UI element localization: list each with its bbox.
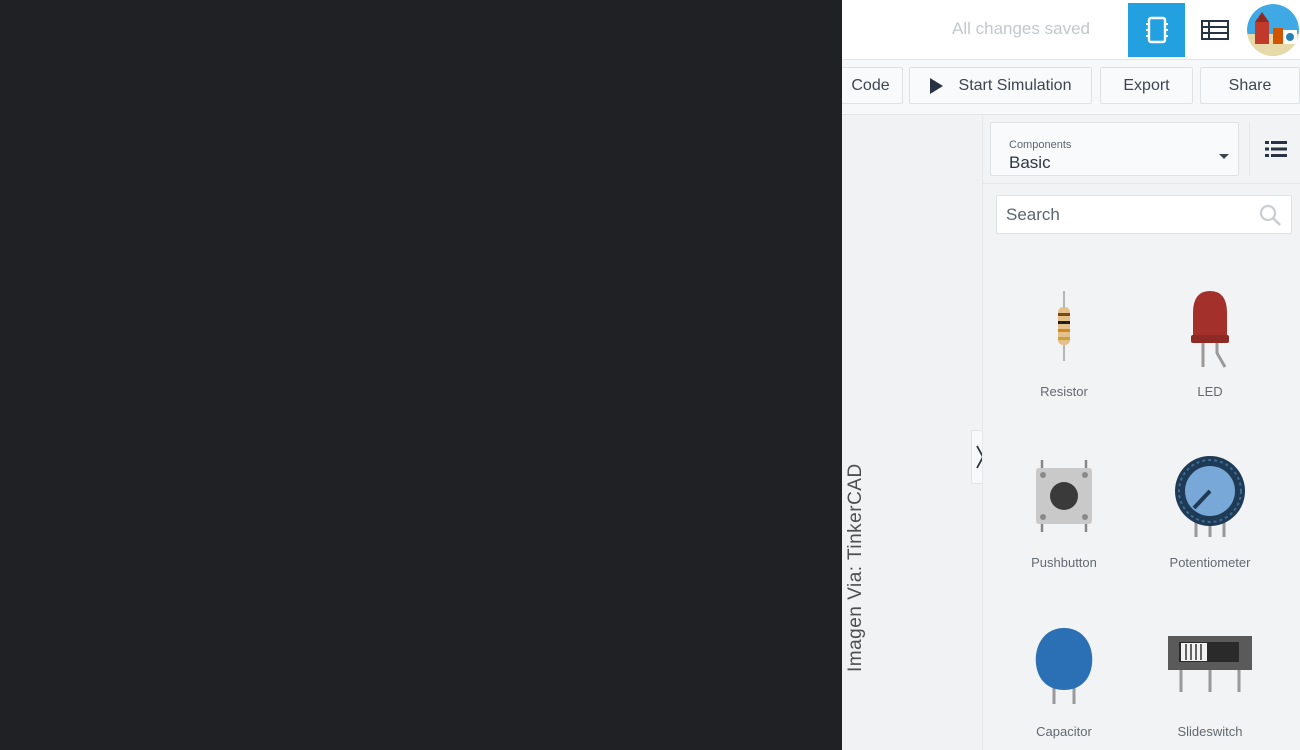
play-icon [929,77,943,94]
export-button-label: Export [1123,76,1170,94]
toolbar: Code Start Simulation Export Share [842,60,1300,115]
user-avatar[interactable] [1247,4,1299,56]
schematic-view-button[interactable] [1192,3,1238,57]
component-resistor[interactable]: Resistor [1004,271,1124,411]
component-capacitor[interactable]: Capacitor [1004,609,1124,749]
potentiometer-icon [1175,456,1245,537]
component-label: LED [1197,384,1223,399]
circuit-view-button[interactable] [1128,3,1185,57]
component-label: Capacitor [1036,724,1092,739]
component-potentiometer[interactable]: Potentiometer [1150,441,1270,581]
component-slideswitch[interactable]: Slideswitch [1150,609,1270,749]
capacitor-icon [1035,628,1093,704]
led-icon [1191,291,1229,368]
top-bar: All changes saved [842,0,1300,60]
component-label: Slideswitch [1177,724,1243,739]
component-grid: Resistor LED Pushbutton Potentiometer Ca… [983,116,1300,750]
component-led[interactable]: LED [1150,271,1270,411]
resistor-icon [1058,291,1070,361]
component-label: Pushbutton [1031,555,1097,570]
component-label: Potentiometer [1169,555,1251,570]
tinkercad-panel: All changes saved Code Start Simulation … [842,0,1300,750]
breadboard-chip-icon [1145,16,1168,44]
list-table-icon [1201,20,1229,40]
empty-canvas-area [0,0,842,750]
save-status: All changes saved [952,19,1090,38]
code-button[interactable]: Code [842,67,903,104]
start-simulation-label: Start Simulation [958,76,1072,94]
component-pushbutton[interactable]: Pushbutton [1004,441,1124,581]
start-simulation-button[interactable]: Start Simulation [909,67,1092,104]
slideswitch-icon [1168,636,1252,692]
code-button-label: Code [851,76,890,94]
export-button[interactable]: Export [1100,67,1193,104]
image-credit-watermark: Imagen Via: TinkerCAD [845,463,866,672]
component-label: Resistor [1040,384,1088,399]
components-panel: Components Basic Search Resistor LED Pus… [982,116,1300,750]
share-button-label: Share [1228,76,1272,94]
share-button[interactable]: Share [1200,67,1300,104]
pushbutton-icon [1036,460,1092,532]
